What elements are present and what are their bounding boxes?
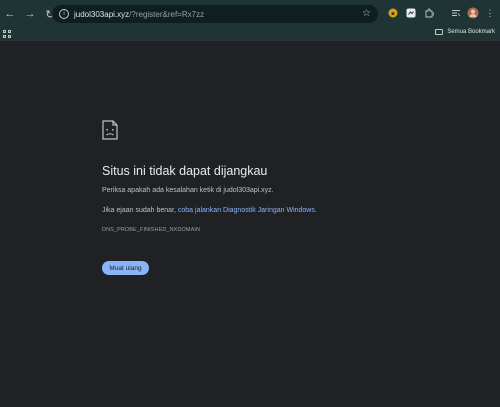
bookmarks-folder-label: Semua Bookmark: [447, 29, 495, 35]
folder-icon: [435, 29, 444, 35]
error-message-diagnostics: Jika ejaan sudah benar, coba jalankan Di…: [102, 207, 317, 214]
menu-kebab-icon[interactable]: ⋮: [483, 6, 497, 20]
url-path: /?register&ref=Rx7zz: [129, 9, 205, 19]
browser-toolbar: ← → ↻ i judol303api.xyz/?register&ref=Rx…: [0, 0, 500, 28]
network-diagnostics-link[interactable]: coba jalankan Diagnostik Jaringan Window…: [178, 207, 315, 214]
toolbar-divider: [0, 40, 500, 41]
back-icon[interactable]: ←: [1, 5, 19, 23]
diagnostics-suffix: .: [314, 207, 317, 214]
svg-text:★: ★: [390, 11, 395, 18]
bookmark-star-icon[interactable]: ☆: [362, 8, 371, 19]
sad-page-icon: [102, 120, 118, 140]
address-bar[interactable]: i judol303api.xyz/?register&ref=Rx7zz ☆: [52, 5, 378, 23]
extension-icon-2[interactable]: [404, 6, 418, 20]
reload-button[interactable]: Muat ulang: [102, 261, 149, 275]
all-bookmarks-folder[interactable]: Semua Bookmark: [435, 29, 495, 35]
url-host: judol303api.xyz: [74, 9, 130, 19]
reading-list-icon[interactable]: [449, 6, 463, 20]
url-text[interactable]: judol303api.xyz/?register&ref=Rx7zz: [74, 10, 204, 19]
error-code: DNS_PROBE_FINISHED_NXDOMAIN: [102, 227, 201, 233]
bookmarks-bar: Semua Bookmark: [0, 28, 500, 40]
profile-avatar[interactable]: [466, 6, 480, 20]
extensions-puzzle-icon[interactable]: [422, 6, 436, 20]
apps-grid-icon[interactable]: [3, 30, 11, 38]
forward-icon[interactable]: →: [21, 5, 39, 23]
extension-icon[interactable]: ★: [386, 6, 400, 20]
diagnostics-prefix: Jika ejaan sudah benar,: [102, 207, 178, 214]
error-title: Situs ini tidak dapat dijangkau: [102, 164, 268, 178]
error-message-typo: Periksa apakah ada kesalahan ketik di ju…: [102, 187, 274, 194]
site-info-icon[interactable]: i: [59, 9, 69, 19]
